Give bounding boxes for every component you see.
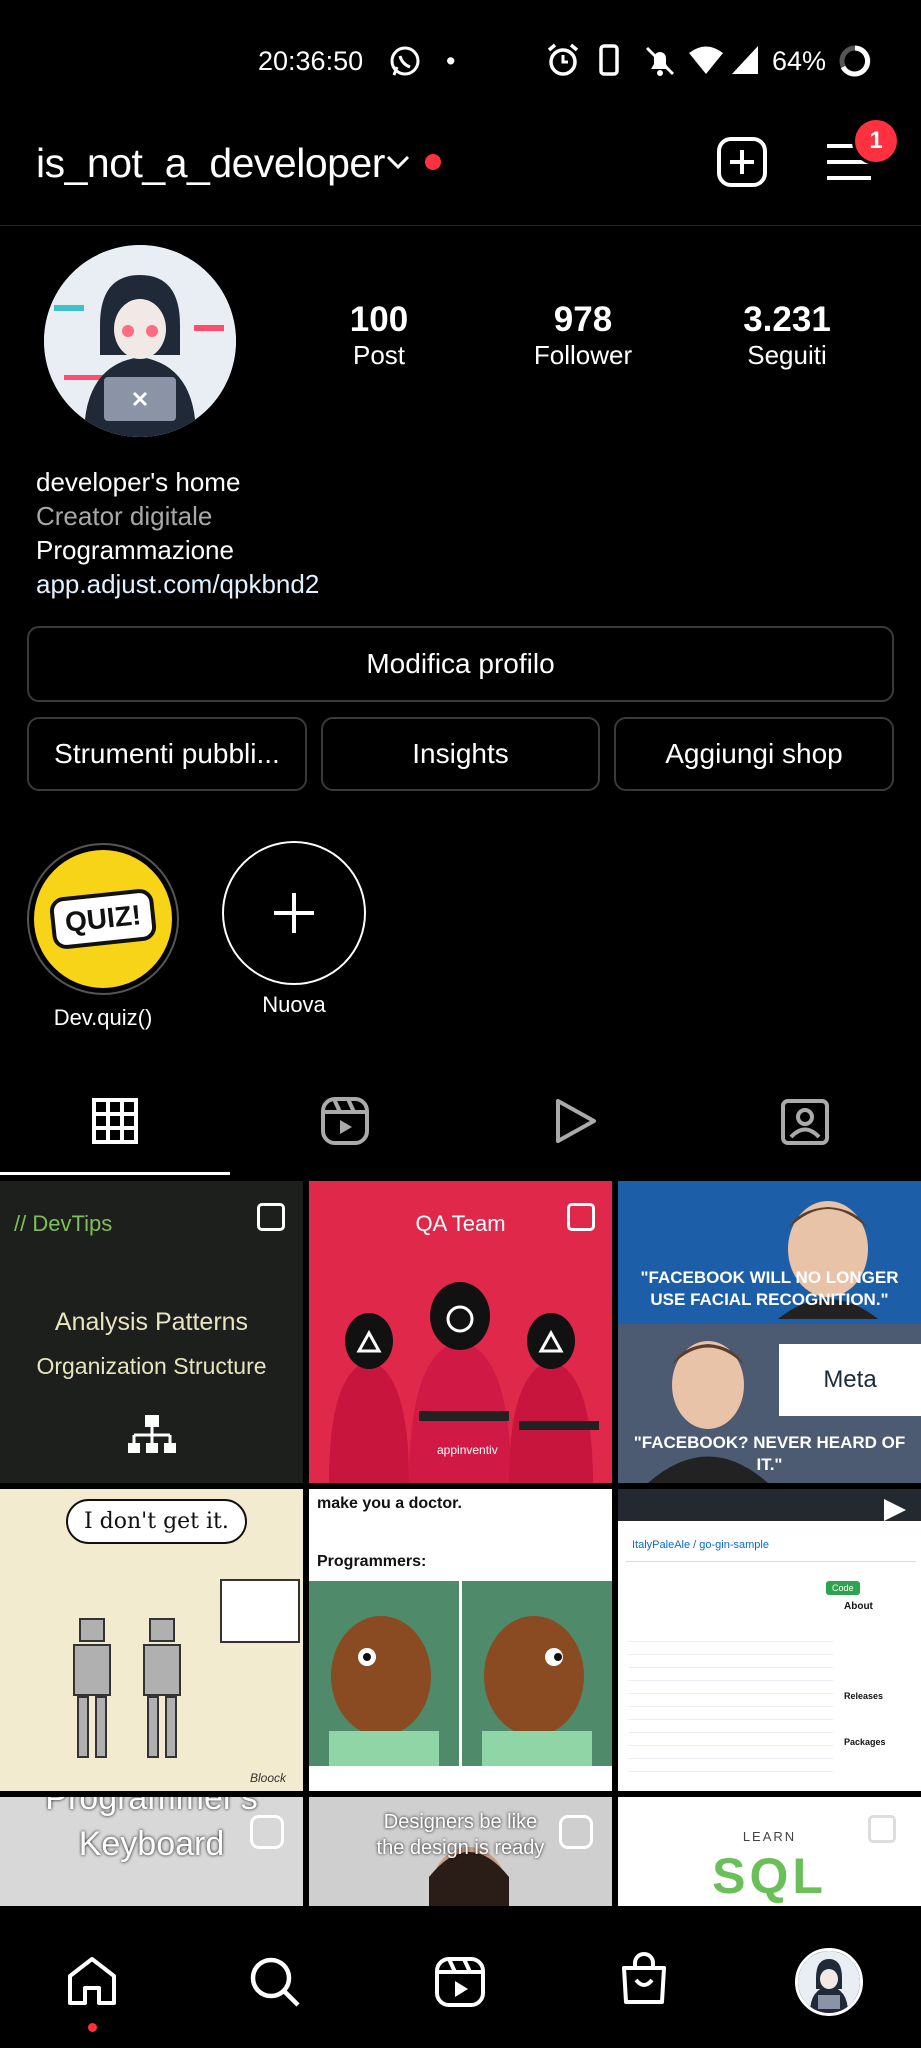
add-shop-button[interactable]: Aggiungi shop	[614, 717, 894, 791]
qa-brand: appinventiv	[437, 1443, 498, 1457]
repo-name: ItalyPaleAle / go-gin-sample	[632, 1539, 769, 1551]
status-bar: 20:36:50 • 64%	[0, 0, 921, 120]
tab-videos[interactable]	[460, 1068, 690, 1173]
tab-tagged[interactable]	[690, 1068, 920, 1173]
carousel-icon	[257, 1203, 285, 1231]
insights-button[interactable]: Insights	[321, 717, 600, 791]
vibrate-icon	[598, 44, 620, 81]
meme-quote-1: "FACEBOOK WILL NO LONGER USE FACIAL RECO…	[640, 1268, 899, 1309]
sql-big: SQL	[712, 1848, 827, 1904]
profile-nav-avatar[interactable]	[795, 1948, 863, 2016]
battery-percent: 64%	[772, 46, 827, 76]
meme-quote-2: "FACEBOOK? NEVER HEARD OF IT."	[633, 1433, 906, 1474]
meme-line2: Programmers:	[317, 1553, 427, 1570]
home-icon[interactable]	[66, 1956, 118, 2011]
reels-icon	[250, 1815, 284, 1849]
profile-username[interactable]: is_not_a_developer	[36, 140, 385, 187]
puppet-meme-image	[309, 1581, 612, 1766]
grid-post-github-screenshot[interactable]: ItalyPaleAle / go-gin-sample Code About …	[618, 1489, 921, 1791]
edit-profile-button[interactable]: Modifica profilo	[27, 626, 894, 702]
repo-divider	[626, 1561, 916, 1562]
following-stat[interactable]: 3.231 Seguiti	[687, 300, 887, 371]
home-activity-dot	[88, 2023, 97, 2032]
play-icon	[556, 1098, 596, 1143]
tab-posts-grid[interactable]	[0, 1068, 230, 1173]
wifi-icon	[688, 44, 724, 81]
repo-about: About	[844, 1601, 873, 1612]
profile-avatar[interactable]	[44, 245, 236, 437]
comic-signature: Bloock	[250, 1771, 287, 1785]
grid-post-designers[interactable]: Designers be like the design is ready	[309, 1797, 612, 1906]
followers-count: 978	[553, 300, 613, 339]
code-button: Code	[826, 1581, 860, 1595]
highlight-devquiz[interactable]: QUIZ!	[27, 843, 179, 995]
posts-label: Post	[352, 340, 406, 370]
reels-icon	[559, 1815, 593, 1849]
battery-icon	[838, 44, 872, 83]
carousel-icon	[567, 1203, 595, 1231]
grid-post-programmers-meme[interactable]: make you a doctor. Programmers:	[309, 1489, 612, 1791]
posts-count: 100	[349, 300, 409, 339]
profile-link[interactable]: app.adjust.com/qpkbnd2	[36, 569, 319, 600]
repo-packages: Packages	[844, 1737, 886, 1747]
devtips-tag: // DevTips	[14, 1211, 113, 1236]
tab-reels[interactable]	[230, 1068, 460, 1173]
captcha-screen	[220, 1579, 300, 1643]
shop-icon[interactable]	[618, 1952, 670, 2011]
meme-line1: make you a doctor.	[317, 1495, 462, 1512]
header-divider	[0, 225, 921, 226]
bottom-navigation	[0, 1906, 921, 2048]
reels-nav-icon[interactable]	[434, 1956, 486, 2013]
new-highlight-button[interactable]	[222, 841, 366, 985]
alarm-icon	[546, 42, 580, 83]
profile-bio-text: Programmazione	[36, 535, 234, 565]
repo-releases: Releases	[844, 1691, 884, 1701]
comic-speech: I don't get it.	[66, 1499, 247, 1544]
followers-stat[interactable]: 978 Follower	[483, 300, 683, 371]
plus-icon	[274, 893, 314, 933]
grid-post-qa-team[interactable]: QA Team appinventiv	[309, 1181, 612, 1483]
following-count: 3.231	[743, 300, 831, 339]
chevron-down-icon[interactable]	[384, 152, 412, 177]
reel-play-icon	[884, 1499, 906, 1521]
devtips-line2: Organization Structure	[36, 1353, 267, 1379]
grid-icon	[92, 1097, 138, 1144]
profile-category: Creator digitale	[36, 501, 213, 531]
carousel-icon	[868, 1815, 896, 1843]
profile-name: developer's home	[36, 467, 241, 497]
grid-post-robots-comic[interactable]: I don't get it. Bloock	[0, 1489, 303, 1791]
status-dot: •	[446, 46, 456, 76]
tagged-person-icon	[781, 1098, 829, 1145]
search-icon[interactable]	[249, 1956, 301, 2013]
create-post-button[interactable]	[716, 136, 768, 193]
robots-illustration	[73, 1618, 181, 1758]
org-chart-icon	[128, 1415, 176, 1453]
new-highlight-label: Nuova	[262, 992, 326, 1017]
account-status-dot	[425, 154, 441, 170]
github-topbar	[618, 1489, 921, 1521]
notification-badge: 1	[852, 117, 900, 165]
status-time: 20:36:50	[258, 46, 364, 76]
meme-bottom-panel: Meta "FACEBOOK? NEVER HEARD OF IT."	[618, 1324, 921, 1483]
followers-label: Follower	[533, 340, 633, 370]
quiz-cover: QUIZ!	[34, 850, 172, 988]
file-list	[628, 1629, 833, 1779]
active-tab-indicator	[0, 1172, 230, 1175]
reels-icon	[321, 1096, 369, 1145]
grid-post-facebook-meme[interactable]: "FACEBOOK WILL NO LONGER USE FACIAL RECO…	[618, 1181, 921, 1483]
signal-icon	[730, 44, 760, 81]
professional-tools-button[interactable]: Strumenti pubbli...	[27, 717, 307, 791]
following-label: Seguiti	[747, 340, 827, 370]
grid-post-learn-sql[interactable]: LEARN SQL	[618, 1797, 921, 1906]
meta-logo: Meta	[779, 1344, 921, 1416]
quiz-speech-bubble: QUIZ!	[48, 887, 158, 951]
highlight-devquiz-label: Dev.quiz()	[53, 1005, 153, 1030]
grid-post-devtips[interactable]: // DevTips Analysis Patterns Organizatio…	[0, 1181, 303, 1483]
devtips-line1: Analysis Patterns	[54, 1308, 249, 1336]
mute-notifications-icon	[643, 44, 677, 83]
meme-top-panel: "FACEBOOK WILL NO LONGER USE FACIAL RECO…	[618, 1181, 921, 1324]
grid-post-keyboard[interactable]: Programmer's Keyboard	[0, 1797, 303, 1906]
posts-stat[interactable]: 100 Post	[279, 300, 479, 371]
whatsapp-icon	[388, 44, 422, 83]
